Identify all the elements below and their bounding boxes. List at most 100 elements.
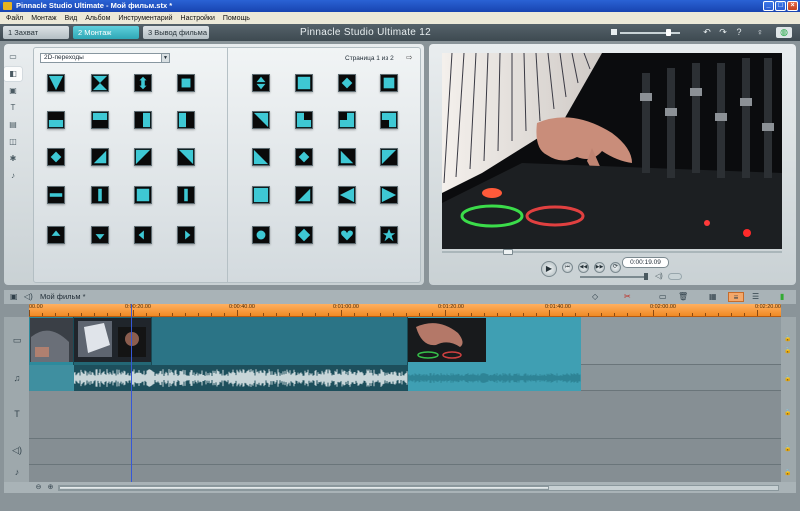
scrollbar-thumb[interactable] [59, 486, 549, 490]
help-icon[interactable]: ? [734, 27, 744, 38]
video-tab-icon[interactable]: ▭ [4, 50, 22, 64]
rewind-button[interactable]: ◀◀ [578, 262, 589, 273]
transition-thumbnail[interactable] [177, 186, 195, 204]
titles-tab-icon[interactable]: T [4, 101, 22, 115]
photos-tab-icon[interactable]: ▣ [4, 84, 22, 98]
transition-thumbnail[interactable] [380, 111, 398, 129]
lock-icon[interactable]: 🔒 [784, 445, 791, 452]
close-button[interactable]: × [787, 1, 798, 11]
redo-icon[interactable]: ↷ [718, 27, 728, 38]
transitions-tab-icon[interactable]: ◧ [4, 67, 22, 81]
video-clip[interactable] [408, 317, 581, 365]
lock-icon[interactable]: 🔒 [784, 347, 791, 354]
clip-properties-icon[interactable]: ▭ [659, 292, 667, 302]
tab-edit[interactable]: 2 Монтаж [73, 26, 139, 39]
transition-thumbnail[interactable] [134, 74, 152, 92]
transition-thumbnail[interactable] [47, 186, 65, 204]
loop-button[interactable]: ⟳ [610, 262, 621, 273]
effects-tab-icon[interactable]: ◫ [4, 135, 22, 149]
maximize-button[interactable]: □ [775, 1, 786, 11]
transition-thumbnail[interactable] [252, 226, 270, 244]
zoom-in-icon[interactable]: ⊕ [46, 483, 55, 492]
sound-effects-track[interactable] [29, 439, 781, 465]
lock-icon[interactable]: 🔒 [784, 335, 791, 342]
go-to-start-button[interactable]: ⏮ [562, 262, 573, 273]
music-tab-icon[interactable]: ♪ [4, 169, 22, 183]
transition-thumbnail[interactable] [252, 148, 270, 166]
globe-icon[interactable]: ◍ [776, 27, 792, 38]
play-button[interactable]: ▶ [541, 261, 557, 277]
transition-thumbnail[interactable] [252, 74, 270, 92]
audio-clip[interactable] [73, 365, 408, 391]
transition-thumbnail[interactable] [91, 111, 109, 129]
audio-clip[interactable] [407, 365, 581, 391]
transition-thumbnail[interactable] [380, 226, 398, 244]
title-track-icon[interactable]: T [10, 409, 24, 419]
transition-thumbnail[interactable] [47, 226, 65, 244]
transition-thumbnail[interactable] [134, 148, 152, 166]
transition-thumbnail[interactable] [177, 148, 195, 166]
transition-thumbnail[interactable] [380, 148, 398, 166]
next-page-icon[interactable]: ⇨ [406, 53, 413, 62]
lock-icon[interactable]: 🔒 [784, 409, 791, 416]
transition-thumbnail[interactable] [91, 74, 109, 92]
master-volume-slider[interactable] [620, 32, 680, 34]
original-audio-track-icon[interactable]: ♫ [10, 373, 24, 383]
razor-icon[interactable]: ✂ [624, 292, 631, 302]
speaker-icon[interactable]: ◁) [24, 292, 33, 302]
tab-capture[interactable]: 1 Захват [3, 26, 69, 39]
transition-thumbnail[interactable] [134, 186, 152, 204]
text-view-icon[interactable]: ☰ [752, 292, 759, 302]
transition-thumbnail[interactable] [338, 226, 356, 244]
transition-thumbnail[interactable] [295, 148, 313, 166]
storyboard-view-icon[interactable]: ▦ [709, 292, 717, 302]
chevron-down-icon[interactable]: ▼ [161, 54, 169, 62]
preview-scrubber[interactable] [442, 249, 782, 255]
preview-volume-knob[interactable] [644, 273, 648, 280]
transition-thumbnail[interactable] [295, 74, 313, 92]
transition-thumbnail[interactable] [177, 74, 195, 92]
trash-icon[interactable]: 🗑 [678, 292, 688, 302]
video-clip[interactable] [74, 317, 152, 365]
transition-thumbnail[interactable] [47, 148, 65, 166]
sound-effects-tab-icon[interactable]: ✱ [4, 152, 22, 166]
transition-thumbnail[interactable] [91, 186, 109, 204]
tab-make-movie[interactable]: 3 Вывод фильма [143, 26, 209, 39]
menu-file[interactable]: Файл [2, 15, 27, 22]
menu-toolbox[interactable]: Инструментарий [114, 15, 176, 22]
preview-volume-slider[interactable] [580, 276, 646, 278]
menus-tab-icon[interactable]: ▤ [4, 118, 22, 132]
lock-icon[interactable]: 🔒 [784, 375, 791, 382]
transition-thumbnail[interactable] [380, 74, 398, 92]
music-track-icon[interactable]: ♪ [10, 467, 24, 477]
camera-icon[interactable]: ▣ [10, 292, 18, 302]
lock-icon[interactable]: 🔒 [784, 469, 791, 476]
transition-thumbnail[interactable] [295, 111, 313, 129]
video-track-icon[interactable]: ▭ [10, 335, 24, 346]
sound-effects-track-icon[interactable]: ◁) [10, 445, 24, 456]
marker-icon[interactable]: ◇ [592, 292, 598, 302]
timeline-scrollbar[interactable] [58, 485, 779, 491]
transition-thumbnail[interactable] [338, 74, 356, 92]
transition-thumbnail[interactable] [134, 111, 152, 129]
transition-thumbnail[interactable] [91, 226, 109, 244]
timeline-playhead[interactable] [131, 304, 132, 486]
menu-settings[interactable]: Настройки [177, 15, 219, 22]
transition-thumbnail[interactable] [252, 111, 270, 129]
timecode-display[interactable]: 0:00:19.09 [622, 257, 669, 268]
scrubber-handle[interactable] [503, 249, 513, 255]
transition-thumbnail[interactable] [380, 186, 398, 204]
timeline-view-icon[interactable]: ≡ [728, 292, 744, 302]
menu-view[interactable]: Вид [61, 15, 82, 22]
video-clip[interactable] [29, 317, 74, 365]
fullscreen-toggle[interactable] [668, 273, 682, 280]
timeline-ruler[interactable]: 00.00 0:00:20.00 0:00:40.00 0:01:00.00 0:01:… [29, 304, 781, 317]
speaker-icon[interactable]: ◁) [655, 272, 663, 280]
transition-thumbnail[interactable] [177, 226, 195, 244]
transition-thumbnail[interactable] [295, 186, 313, 204]
title-track[interactable] [29, 391, 781, 439]
fast-forward-button[interactable]: ▶▶ [594, 262, 605, 273]
transition-thumbnail[interactable] [295, 226, 313, 244]
video-clip[interactable] [152, 317, 408, 365]
transition-thumbnail[interactable] [177, 111, 195, 129]
